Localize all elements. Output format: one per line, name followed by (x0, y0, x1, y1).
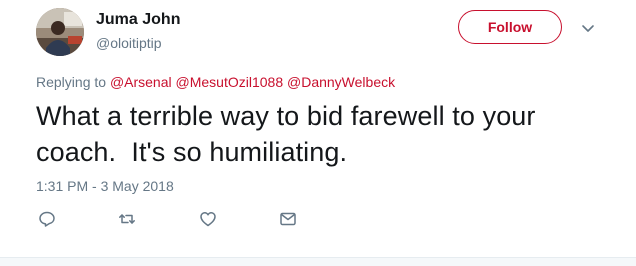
tweet-divider (0, 257, 636, 266)
reply-icon[interactable] (38, 210, 56, 228)
mention-link[interactable]: @Arsenal (110, 74, 172, 90)
tweet-text: What a terrible way to bid farewell to y… (36, 98, 616, 170)
mention-link[interactable]: @MesutOzil1088 (176, 74, 284, 90)
mention-link[interactable]: @DannyWelbeck (287, 74, 395, 90)
like-icon[interactable] (199, 210, 217, 228)
follow-button[interactable]: Follow (458, 10, 562, 44)
replying-to: Replying to @Arsenal @MesutOzil1088 @Dan… (36, 74, 395, 90)
user-handle[interactable]: @oloitiptip (96, 35, 162, 51)
chevron-down-icon[interactable] (580, 22, 596, 34)
avatar[interactable] (36, 8, 84, 56)
user-name[interactable]: Juma John (96, 11, 180, 29)
retweet-icon[interactable] (118, 210, 136, 228)
tweet-text-line: What a terrible way to bid farewell to y… (36, 101, 536, 131)
direct-message-icon[interactable] (279, 210, 297, 228)
tweet-text-line: coach. It's so humiliating. (36, 137, 348, 167)
tweet-card: Juma John @oloitiptip Follow Replying to… (0, 0, 636, 266)
tweet-timestamp[interactable]: 1:31 PM - 3 May 2018 (36, 178, 174, 194)
replying-prefix: Replying to (36, 74, 107, 90)
